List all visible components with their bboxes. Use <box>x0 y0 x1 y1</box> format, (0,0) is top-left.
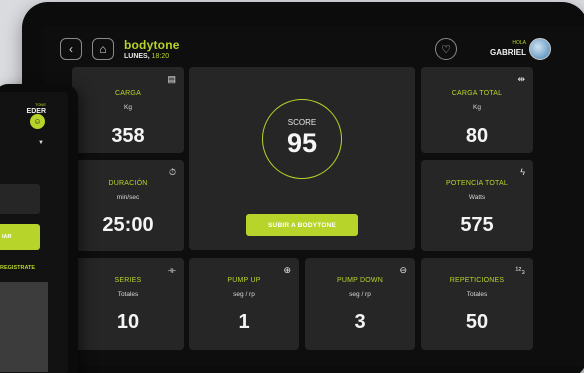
user-name: GABRIEL <box>490 48 526 57</box>
lightning-icon: ϟ <box>520 167 525 177</box>
home-button[interactable]: ⌂ <box>92 38 114 60</box>
phone-header: TONE EDER <box>0 102 46 115</box>
card-title: REPETICIONES <box>449 277 505 284</box>
card-title: DURACIÓN <box>108 180 148 187</box>
score-card: SCORE 95 SUBIR A BODYTONE <box>189 67 415 250</box>
back-button[interactable]: ‹ <box>60 38 82 60</box>
total-load-icon: ⇹ <box>517 74 525 84</box>
card-value: 575 <box>460 214 494 236</box>
brand-logo: bodytone <box>124 38 180 52</box>
date-time: LUNES, 18:20 <box>124 53 180 60</box>
card-unit: Kg <box>473 104 481 111</box>
user-icon[interactable]: ☺ <box>30 114 45 129</box>
card-value: 80 <box>465 125 489 147</box>
card-value: 1 <box>238 311 250 333</box>
phone-screen: TONE EDER ☺ ▼ IAR REGISTRATE <box>0 92 68 373</box>
card-series: SERIES Totales 10 ⟛ <box>72 258 184 350</box>
dumbbell-icon: ⟛ <box>167 265 176 275</box>
chevron-left-icon: ‹ <box>69 42 73 56</box>
card-value: 25:00 <box>102 214 154 236</box>
weight-plate-icon: ▤ <box>167 74 176 84</box>
card-title: SERIES <box>114 277 142 284</box>
register-link[interactable]: REGISTRATE <box>0 265 35 271</box>
card-title: CARGA <box>115 90 141 97</box>
card-unit: Kg <box>124 104 132 111</box>
card-duracion: DURACIÓN min/sec 25:00 ⏱ <box>72 160 184 251</box>
card-title: PUMP UP <box>227 277 261 284</box>
counter-icon: ¹²₃ <box>515 265 525 275</box>
card-unit: Totales <box>466 291 488 298</box>
favorite-button[interactable]: ♡ <box>435 38 457 60</box>
card-title: POTENCIA TOTAL <box>446 180 508 187</box>
card-unit: Totales <box>117 291 139 298</box>
top-bar: ‹ ⌂ bodytone LUNES, 18:20 ♡ HOLA GABRIEL <box>60 38 560 62</box>
card-title: PUMP DOWN <box>336 277 383 284</box>
upload-button[interactable]: SUBIR A BODYTONE <box>246 214 358 236</box>
heart-icon: ♡ <box>441 43 451 56</box>
card-carga: CARGA Kg 358 ▤ <box>72 67 184 153</box>
card-value: 358 <box>111 125 145 147</box>
card-unit: Watts <box>468 194 486 201</box>
card-value: 3 <box>354 311 366 333</box>
card-pump-down: PUMP DOWN seg / rp 3 ⊖ <box>305 258 415 350</box>
time-label: 18:20 <box>151 53 170 60</box>
score-label: SCORE <box>287 118 317 127</box>
card-potencia-total: POTENCIA TOTAL Watts 575 ϟ <box>421 160 533 251</box>
phone-small-label: TONE <box>34 102 46 107</box>
score-value: 95 <box>286 128 318 158</box>
day-label: LUNES, <box>124 53 150 60</box>
score-ring: SCORE 95 <box>262 99 342 179</box>
card-pump-up: PUMP UP seg / rp 1 ⊕ <box>189 258 299 350</box>
user-greeting: HOLA GABRIEL <box>470 40 526 57</box>
avatar[interactable] <box>529 38 551 60</box>
arrow-up-circle-icon: ⊕ <box>283 265 291 275</box>
card-value: 10 <box>116 311 140 333</box>
card-carga-total: CARGA TOTAL Kg 80 ⇹ <box>421 67 533 153</box>
caret-down-icon: ▼ <box>38 140 44 146</box>
stopwatch-icon: ⏱ <box>168 167 176 177</box>
card-title: CARGA TOTAL <box>451 90 503 97</box>
card-unit: seg / rp <box>233 291 255 298</box>
card-value: 50 <box>465 311 489 333</box>
greeting-label: HOLA <box>512 40 526 46</box>
phone-bottom-panel <box>0 282 48 372</box>
brand-block: bodytone LUNES, 18:20 <box>124 38 180 60</box>
card-unit: seg / rp <box>349 291 371 298</box>
arrow-down-circle-icon: ⊖ <box>399 265 407 275</box>
card-unit: min/sec <box>116 194 140 201</box>
phone-input-field[interactable] <box>0 184 40 214</box>
card-repeticiones: REPETICIONES Totales 50 ¹²₃ <box>421 258 533 350</box>
phone-submit-button[interactable]: IAR <box>0 224 40 250</box>
home-icon: ⌂ <box>99 42 107 56</box>
